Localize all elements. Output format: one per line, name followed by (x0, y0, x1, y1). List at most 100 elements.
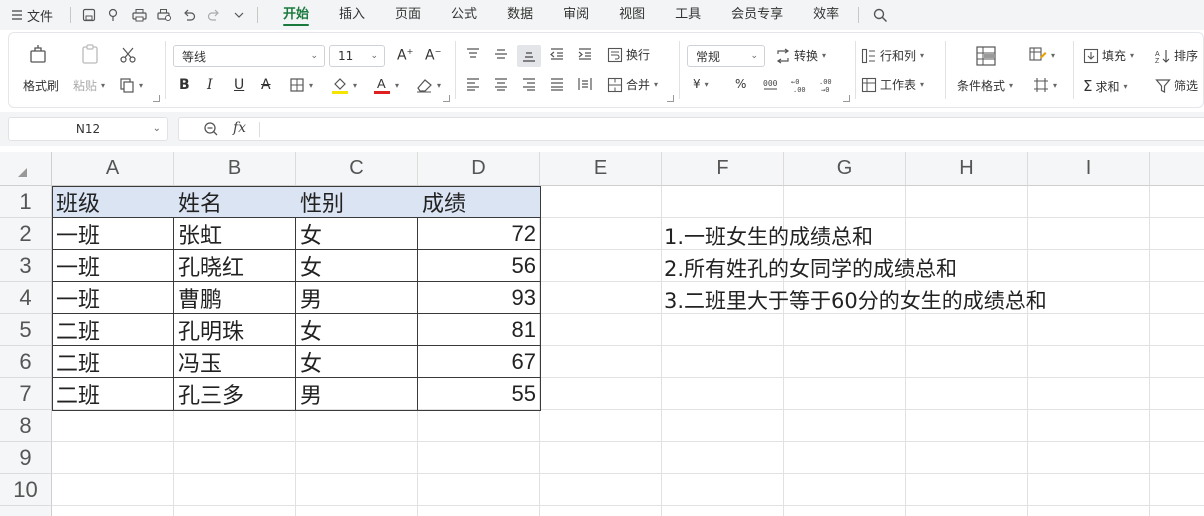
bold-button[interactable]: B (179, 77, 190, 93)
align-bottom-button[interactable] (517, 45, 541, 67)
table-style-button[interactable]: ▾ (1029, 47, 1055, 63)
cell-c2[interactable]: 女 (296, 218, 418, 250)
copy-button[interactable]: ▾ (119, 77, 143, 93)
strikethrough-button[interactable]: A (261, 77, 271, 93)
fill-button[interactable]: 填充 ▾ (1083, 47, 1134, 64)
column-header-e[interactable]: E (540, 152, 662, 186)
font-size-select[interactable]: 11 ⌄ (329, 45, 385, 67)
alignment-launcher-icon[interactable] (667, 95, 674, 102)
tab-insert[interactable]: 插入 (324, 0, 380, 30)
cell-b5[interactable]: 孔明珠 (174, 314, 296, 346)
row-header-10[interactable]: 10 (0, 474, 52, 506)
increase-font-button[interactable]: A+ (397, 47, 413, 64)
cell-c7[interactable]: 男 (296, 378, 418, 410)
align-right-button[interactable] (521, 77, 537, 91)
cell-c1[interactable]: 性别 (296, 186, 418, 218)
cell-a6[interactable]: 二班 (52, 346, 174, 378)
increase-indent-button[interactable] (577, 47, 593, 61)
tab-member[interactable]: 会员专享 (716, 0, 798, 30)
column-header-j[interactable] (1150, 152, 1204, 186)
print-preview-icon[interactable] (156, 7, 172, 23)
sum-button[interactable]: Σ 求和 ▾ (1083, 77, 1128, 95)
filter-button[interactable]: 筛选 (1155, 77, 1198, 94)
cell-a4[interactable]: 一班 (52, 282, 174, 314)
cell-f4[interactable]: 3.二班里大于等于60分的女生的成绩总和 (664, 284, 1047, 316)
file-menu[interactable]: 文件 (0, 6, 66, 25)
tab-tools[interactable]: 工具 (660, 0, 716, 30)
convert-button[interactable]: 转换 ▾ (775, 47, 826, 64)
redo-icon[interactable] (206, 7, 222, 23)
row-header-8[interactable]: 8 (0, 410, 52, 442)
cell-c6[interactable]: 女 (296, 346, 418, 378)
cell-d6[interactable]: 67 (418, 346, 540, 378)
insert-function-icon[interactable]: fx (233, 120, 246, 136)
row-header-4[interactable]: 4 (0, 282, 52, 314)
cell-d3[interactable]: 56 (418, 250, 540, 282)
name-box[interactable]: N12 ⌄ (8, 117, 168, 141)
conditional-format-button[interactable] (975, 45, 997, 67)
row-header-11[interactable] (0, 506, 52, 516)
paste-button[interactable] (79, 43, 101, 65)
column-header-b[interactable]: B (174, 152, 296, 186)
column-header-i[interactable]: I (1028, 152, 1150, 186)
conditional-format-label[interactable]: 条件格式 ▾ (957, 77, 1013, 94)
align-left-button[interactable] (465, 77, 481, 91)
save-icon[interactable] (81, 7, 97, 23)
merge-button[interactable]: 合并 ▾ (607, 76, 658, 93)
underline-button[interactable]: U (234, 77, 244, 93)
row-col-button[interactable]: 行和列 ▾ (861, 47, 924, 64)
thousands-separator-button[interactable]: 000 (763, 77, 779, 91)
cell-a7[interactable]: 二班 (52, 378, 174, 410)
worksheet-button[interactable]: 工作表 ▾ (861, 76, 924, 93)
tab-data[interactable]: 数据 (492, 0, 548, 30)
row-header-7[interactable]: 7 (0, 378, 52, 410)
fill-color-button[interactable]: ▾ (331, 75, 357, 95)
border-button[interactable]: ▾ (289, 77, 313, 93)
cell-a2[interactable]: 一班 (52, 218, 174, 250)
align-top-button[interactable] (465, 47, 481, 61)
cell-a3[interactable]: 一班 (52, 250, 174, 282)
font-name-select[interactable]: 等线 ⌄ (173, 45, 325, 67)
decrease-indent-button[interactable] (549, 47, 565, 61)
tab-home[interactable]: 开始 (268, 0, 324, 30)
justify-button[interactable] (549, 77, 565, 91)
distributed-button[interactable] (577, 77, 593, 91)
font-color-button[interactable]: A ▾ (373, 75, 399, 95)
select-all-corner[interactable] (0, 152, 52, 186)
cell-a5[interactable]: 二班 (52, 314, 174, 346)
align-center-button[interactable] (493, 77, 509, 91)
tab-page[interactable]: 页面 (380, 0, 436, 30)
cell-b2[interactable]: 张虹 (174, 218, 296, 250)
row-header-5[interactable]: 5 (0, 314, 52, 346)
zoom-search-icon[interactable] (203, 121, 219, 140)
cell-style-button[interactable]: ▾ (1033, 77, 1057, 93)
italic-button[interactable]: I (207, 77, 213, 93)
cell-f2[interactable]: 1.一班女生的成绩总和 (664, 220, 873, 252)
formula-input[interactable]: fx (178, 117, 1204, 141)
cell-b1[interactable]: 姓名 (174, 186, 296, 218)
spreadsheet-grid[interactable]: A B C D E F G H I 1 2 3 4 5 6 7 8 9 10 班… (0, 152, 1204, 516)
font-launcher-icon[interactable] (443, 95, 450, 102)
wrap-text-button[interactable]: 换行 (607, 46, 650, 63)
row-header-6[interactable]: 6 (0, 346, 52, 378)
cell-c4[interactable]: 男 (296, 282, 418, 314)
print-icon[interactable] (131, 7, 147, 23)
column-header-d[interactable]: D (418, 152, 540, 186)
search-icon[interactable] (871, 6, 889, 24)
decrease-font-button[interactable]: A− (425, 47, 441, 64)
column-header-h[interactable]: H (906, 152, 1028, 186)
row-header-9[interactable]: 9 (0, 442, 52, 474)
export-pdf-icon[interactable] (106, 7, 122, 23)
column-header-c[interactable]: C (296, 152, 418, 186)
cell-b6[interactable]: 冯玉 (174, 346, 296, 378)
cell-f3[interactable]: 2.所有姓孔的女同学的成绩总和 (664, 252, 957, 284)
tab-efficiency[interactable]: 效率 (798, 0, 854, 30)
column-header-f[interactable]: F (662, 152, 784, 186)
number-launcher-icon[interactable] (843, 95, 850, 102)
paste-label[interactable]: 粘贴 ▾ (73, 77, 105, 94)
currency-button[interactable]: ¥ ▾ (693, 77, 709, 91)
cell-d4[interactable]: 93 (418, 282, 540, 314)
number-format-select[interactable]: 常规 ⌄ (687, 45, 765, 67)
cell-c5[interactable]: 女 (296, 314, 418, 346)
format-painter-label[interactable]: 格式刷 (23, 77, 59, 94)
